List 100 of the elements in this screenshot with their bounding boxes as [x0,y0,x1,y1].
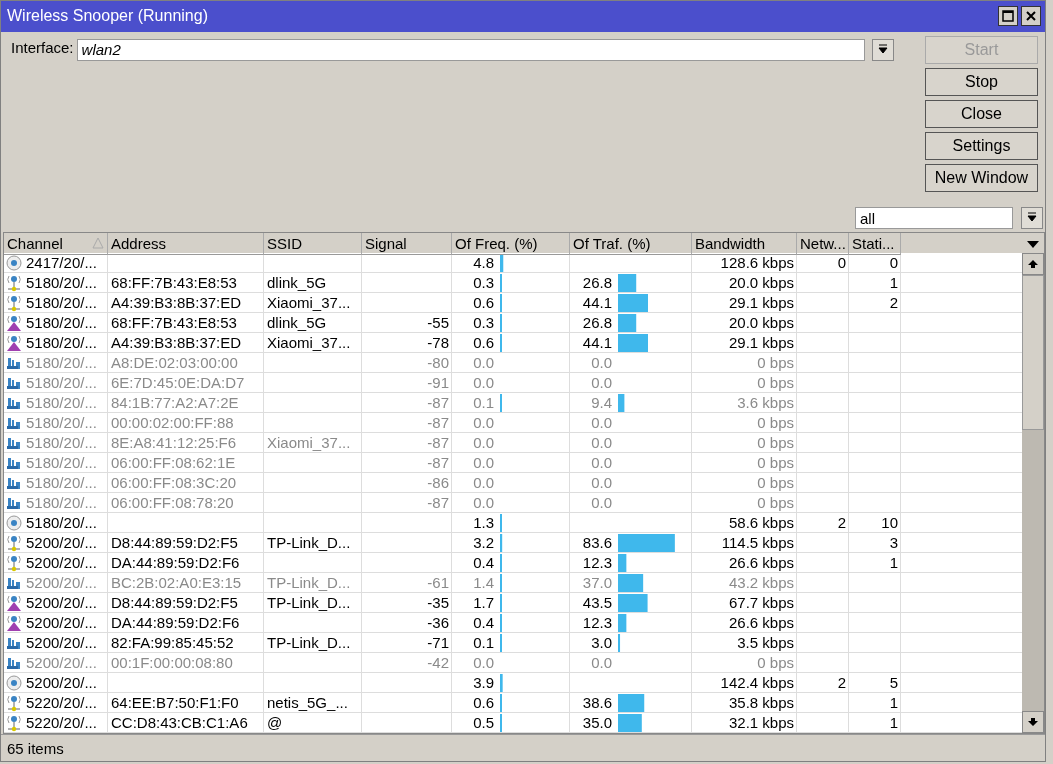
maximize-button[interactable] [998,6,1018,27]
table-cell: D8:44:89:59:D2:F5 [111,534,238,552]
table-cell: 0 [889,254,898,272]
window-title: Wireless Snooper (Running) [7,7,209,26]
table-cell: 0 [837,254,846,272]
down-triangle-icon [1026,239,1040,250]
table-cell-text: 0.6 [472,694,494,712]
table-cell: -87 [427,394,449,412]
table-cell: 1 [889,694,898,712]
table-cell-text: 0.3 [472,274,494,292]
table-cell-text: 0.6 [472,294,494,312]
table-cell: 84:1B:77:A2:A7:2E [111,394,239,412]
table-cell-text: 0.0 [590,494,612,512]
table-cell: 5200/20/... [26,634,97,652]
antenna-icon [6,713,22,732]
table-cell: 3 [889,534,898,552]
table-cell: 0 bps [757,374,794,392]
table-cell-text: 0.0 [590,474,612,492]
status-text: 65 items [7,739,64,757]
antenna-icon [6,593,22,612]
scroll-up-button[interactable] [1022,253,1044,276]
close-button[interactable] [1021,6,1041,27]
action-button[interactable]: New Window [925,163,1038,192]
network-icon [6,254,22,271]
table-cell: 68:FF:7B:43:E8:53 [111,274,237,292]
action-button[interactable]: Stop [925,67,1038,96]
table-cell: 0 bps [757,414,794,432]
table-cell-text: 3.9 [472,674,494,692]
filter-field[interactable]: all [855,207,1013,230]
table-cell-text: 0.4 [472,614,494,632]
table-cell-text: 37.0 [581,574,612,592]
table-cell: 5180/20/... [26,414,97,432]
table-cell: -91 [427,374,449,392]
table-cell-text: 0.6 [472,334,494,352]
dropdown-button[interactable] [872,38,894,61]
table-cell: @ [267,714,283,732]
table-cell-text: 43.5 [581,594,612,612]
table-cell-text: 0.1 [472,394,494,412]
network-icon [6,674,22,691]
table-cell: -35 [427,594,449,612]
table-cell: DA:44:89:59:D2:F6 [111,614,240,632]
table-cell-text: 0.4 [472,554,494,572]
table-cell-text: 0.0 [472,494,494,512]
table-cell: 3.6 kbps [737,394,794,412]
table-cell: 58.6 kbps [728,514,794,532]
table-cell: D8:44:89:59:D2:F5 [111,594,238,612]
table-cell: 64:EE:B7:50:F1:F0 [111,694,239,712]
table-cell: netis_5G_... [267,694,348,712]
table-cell: 3.5 kbps [737,634,794,652]
table-cell: 5180/20/... [26,314,97,332]
up-arrow-icon [1027,259,1039,270]
antenna-icon [6,533,22,552]
action-button[interactable]: Close [925,99,1038,128]
table-cell: 0 bps [757,494,794,512]
table-cell-text: 12.3 [581,554,612,572]
table-cell: dlink_5G [267,314,327,332]
table-cell: 10 [881,514,898,532]
table-cell: 5 [889,674,898,692]
table-cell: -71 [427,634,449,652]
table-cell: -87 [427,414,449,432]
table-cell: -61 [427,574,449,592]
table-cell: 0 bps [757,454,794,472]
table-cell-text: 44.1 [581,294,612,312]
table-cell: 5180/20/... [26,434,97,452]
antenna-icon [6,333,22,352]
table-cell: 5180/20/... [26,374,97,392]
antenna-icon [6,313,22,332]
scroll-down-button[interactable] [1022,711,1044,734]
table-cell: -42 [427,654,449,672]
table-cell-text: 0.0 [472,654,494,672]
table-cell: 5180/20/... [26,454,97,472]
table-cell: 5200/20/... [26,654,97,672]
table-cell: 5200/20/... [26,594,97,612]
table-cell: 114.5 kbps [721,534,794,552]
table-cell: -78 [427,334,449,352]
table-cell: 8E:A8:41:12:25:F6 [111,434,237,452]
table-cell: 1 [889,714,898,732]
interface-field[interactable]: wlan2 [76,38,865,61]
table-cell: BC:2B:02:A0:E3:15 [111,574,242,592]
table-cell: 06:00:FF:08:62:1E [111,454,236,472]
table-cell: 2 [837,674,846,692]
table-cell: 142.4 kbps [720,674,794,692]
table-cell: 5200/20/... [26,554,97,572]
table-cell-text: 83.6 [581,534,612,552]
table-cell: -80 [427,354,449,372]
dropdown-button[interactable] [1021,207,1043,230]
table-cell: TP-Link_D... [267,534,351,552]
table-cell: 5200/20/... [26,574,97,592]
table-cell-text: 9.4 [590,394,612,412]
table-cell: A8:DE:02:03:00:00 [111,354,238,372]
table-cell: TP-Link_D... [267,594,351,612]
action-button[interactable]: Settings [925,131,1038,160]
scrollbar-thumb[interactable] [1022,275,1044,431]
table-cell: DA:44:89:59:D2:F6 [111,554,240,572]
table-cell: CC:D8:43:CB:C1:A6 [111,714,248,732]
table-cell: 00:00:02:00:FF:88 [111,414,234,432]
antenna-icon [6,293,22,312]
table-cell-text: 3.0 [590,634,612,652]
table-cell: Xiaomi_37... [267,434,351,452]
table-cell: 5180/20/... [26,354,97,372]
